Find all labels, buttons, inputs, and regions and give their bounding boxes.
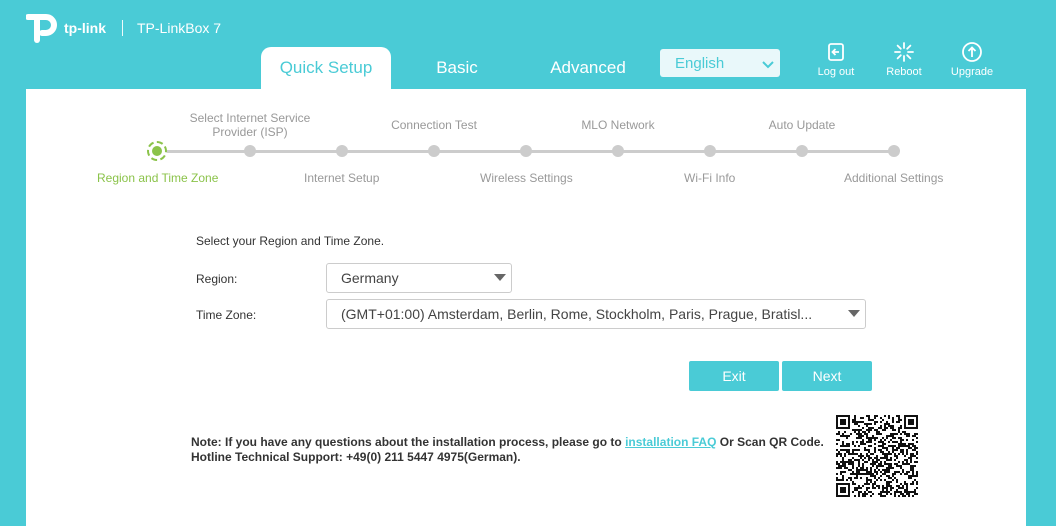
dropdown-arrow-icon: [848, 310, 860, 317]
step-label-connection-test: Connection Test: [391, 118, 477, 132]
installation-faq-link[interactable]: installation FAQ: [625, 435, 716, 449]
quick-setup-panel: Select Internet Service Provider (ISP) C…: [26, 89, 1026, 526]
upgrade-icon: [961, 41, 983, 63]
step-dot-auto-update[interactable]: [796, 145, 808, 157]
step-dot-connection-test[interactable]: [428, 145, 440, 157]
region-label: Region:: [196, 272, 238, 286]
note-line-1: Note: If you have any questions about th…: [191, 435, 824, 450]
upgrade-label: Upgrade: [950, 66, 994, 78]
step-label-isp: Select Internet Service Provider (ISP): [189, 111, 311, 139]
step-label-region-time-zone: Region and Time Zone: [97, 171, 219, 185]
tab-basic[interactable]: Basic: [391, 47, 523, 89]
exit-button[interactable]: Exit: [689, 361, 779, 391]
hotline-text: Hotline Technical Support: +49(0) 211 54…: [191, 450, 521, 464]
support-note: Note: If you have any questions about th…: [191, 435, 824, 465]
form-intro: Select your Region and Time Zone.: [196, 234, 385, 248]
step-dot-mlo-network[interactable]: [612, 145, 624, 157]
step-dot-wifi-info[interactable]: [704, 145, 716, 157]
reboot-icon: [893, 41, 915, 63]
step-dot-internet-setup[interactable]: [336, 145, 348, 157]
logout-label: Log out: [817, 66, 855, 78]
timezone-select[interactable]: (GMT+01:00) Amsterdam, Berlin, Rome, Sto…: [326, 299, 866, 329]
note-prefix: Note: If you have any questions about th…: [191, 435, 622, 449]
tp-link-logo[interactable]: tp-link TP-LinkBox 7: [25, 13, 222, 43]
language-select[interactable]: English: [660, 49, 780, 77]
timezone-label: Time Zone:: [196, 308, 257, 322]
logout-button[interactable]: Log out: [806, 41, 866, 78]
logout-icon: [826, 41, 846, 63]
step-dot-additional-settings[interactable]: [888, 145, 900, 157]
main-tabs: Quick Setup Basic Advanced: [261, 47, 653, 89]
reboot-label: Reboot: [886, 66, 922, 78]
step-label-wifi-info: Wi-Fi Info: [684, 171, 736, 185]
tab-quick-setup[interactable]: Quick Setup: [261, 47, 391, 89]
step-label-internet-setup: Internet Setup: [304, 171, 380, 185]
tab-advanced[interactable]: Advanced: [523, 47, 653, 89]
step-dot-wireless-settings[interactable]: [520, 145, 532, 157]
next-button[interactable]: Next: [782, 361, 872, 391]
brand-name: tp-link: [64, 20, 106, 36]
chevron-down-icon: [762, 57, 774, 74]
step-dot-region-time-zone[interactable]: [147, 141, 167, 161]
tp-link-logo-icon: [25, 13, 60, 43]
step-label-additional-settings: Additional Settings: [844, 171, 944, 185]
step-label-wireless-settings: Wireless Settings: [480, 171, 573, 185]
timezone-value: (GMT+01:00) Amsterdam, Berlin, Rome, Sto…: [341, 306, 813, 322]
header-divider: [122, 20, 123, 36]
qr-code: [836, 415, 918, 497]
region-select[interactable]: Germany: [326, 263, 512, 293]
step-label-auto-update: Auto Update: [768, 118, 836, 132]
note-suffix: Or Scan QR Code.: [719, 435, 824, 449]
upgrade-button[interactable]: Upgrade: [942, 41, 1002, 78]
step-dot-isp[interactable]: [244, 145, 256, 157]
model-name: TP-LinkBox 7: [137, 20, 222, 36]
reboot-button[interactable]: Reboot: [874, 41, 934, 78]
step-label-mlo-network: MLO Network: [581, 118, 655, 132]
region-value: Germany: [341, 270, 399, 286]
dropdown-arrow-icon: [494, 274, 506, 281]
language-value: English: [675, 54, 725, 72]
